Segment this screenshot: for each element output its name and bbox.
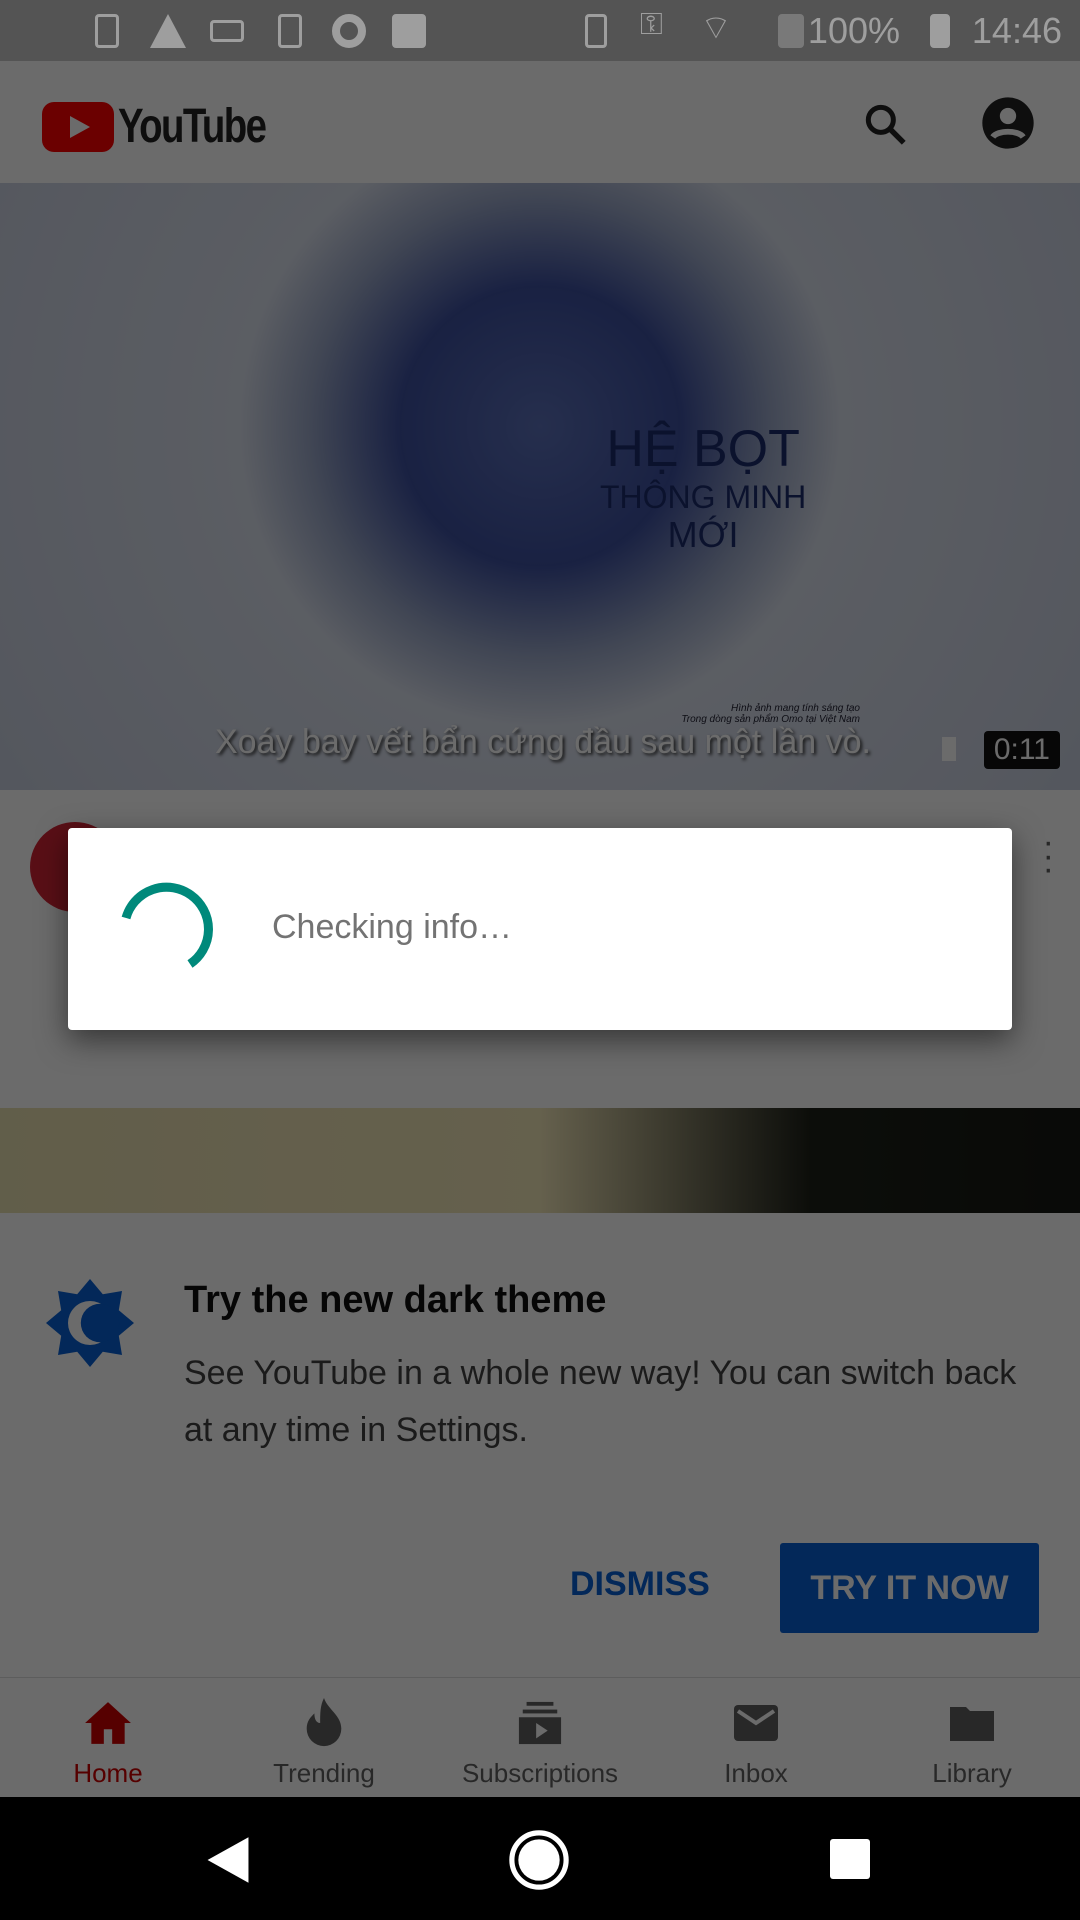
nav-subscriptions[interactable]: Subscriptions	[432, 1678, 648, 1797]
vibrate-icon	[585, 14, 607, 48]
sync-icon	[95, 14, 119, 48]
dismiss-button[interactable]: DISMISS	[570, 1565, 710, 1604]
nav-inbox[interactable]: Inbox	[648, 1678, 864, 1797]
no-sim-icon	[778, 14, 804, 48]
nav-label: Inbox	[724, 1758, 788, 1788]
duration-badge: 0:11	[983, 731, 1060, 769]
library-folder-icon	[950, 1707, 994, 1741]
nav-trending[interactable]: Trending	[216, 1678, 432, 1797]
promo-title: Try the new dark theme	[184, 1279, 607, 1321]
trending-flame-icon	[306, 1698, 342, 1747]
video-thumbnail[interactable]: HỆ BỌT THÔNG MINH MỚI Hình ảnh mang tính s…	[0, 183, 1080, 790]
youtube-play-icon	[42, 101, 114, 152]
video-title-art: HỆ BỌT THÔNG MINH MỚI	[600, 420, 807, 555]
home-button-icon[interactable]	[508, 1829, 570, 1891]
app-header: YouTube	[0, 61, 1080, 183]
youtube-logo[interactable]: YouTube	[42, 99, 302, 154]
logo-text: YouTube	[118, 100, 267, 153]
video-thumbnail-2[interactable]	[0, 1108, 1080, 1213]
wifi-icon: ⌔	[700, 9, 732, 47]
dark-theme-icon	[46, 1279, 134, 1367]
inbox-mail-icon	[734, 1705, 778, 1741]
more-options-icon[interactable]: · · ·	[1043, 825, 1054, 886]
nav-label: Subscriptions	[461, 1758, 619, 1788]
signal-bars-icon	[906, 737, 956, 761]
account-icon[interactable]	[980, 95, 1036, 151]
video-subtitle: Xoáy bay vết bẩn cứng đầu sau một lần vò…	[215, 723, 871, 761]
app-notification-icon	[28, 14, 62, 48]
activity-icon	[392, 14, 426, 48]
subscriptions-icon	[518, 1701, 562, 1745]
vpn-key-icon: ⚿	[640, 8, 663, 41]
home-icon	[85, 1702, 131, 1744]
promo-body: See YouTube in a whole new way! You can …	[184, 1354, 1017, 1449]
system-navigation-bar	[0, 1797, 1080, 1920]
loading-spinner	[121, 882, 213, 968]
video-fine-print: Hình ảnh mang tính sáng tạo Trong dòng sả…	[681, 703, 860, 725]
nav-label: Trending	[273, 1758, 375, 1788]
record-icon	[332, 14, 366, 48]
nav-library[interactable]: Library	[864, 1678, 1080, 1797]
status-bar: ⚿ ⌔ 100% 14:46	[0, 0, 1080, 61]
progress-dialog: Checking info…	[68, 828, 1012, 1030]
battery-percent: 100%	[807, 10, 900, 51]
nav-label: Home	[73, 1758, 143, 1788]
nav-label: Library	[932, 1758, 1012, 1788]
bottom-navigation: Home Trending Subscriptions Inbox Librar…	[0, 1677, 1080, 1797]
upload-icon	[278, 14, 302, 48]
back-icon[interactable]	[205, 1835, 251, 1885]
dialog-message: Checking info…	[272, 908, 513, 946]
vr-icon	[210, 20, 244, 42]
recents-icon[interactable]	[830, 1839, 870, 1879]
nav-home[interactable]: Home	[0, 1678, 216, 1797]
battery-charging-icon	[930, 14, 950, 48]
search-icon[interactable]	[860, 99, 910, 149]
warning-icon	[150, 14, 186, 48]
clock: 14:46	[971, 10, 1062, 51]
dark-theme-promo: Try the new dark theme See YouTube in a …	[0, 1213, 1080, 1677]
try-it-now-button[interactable]: TRY IT NOW	[780, 1543, 1039, 1633]
